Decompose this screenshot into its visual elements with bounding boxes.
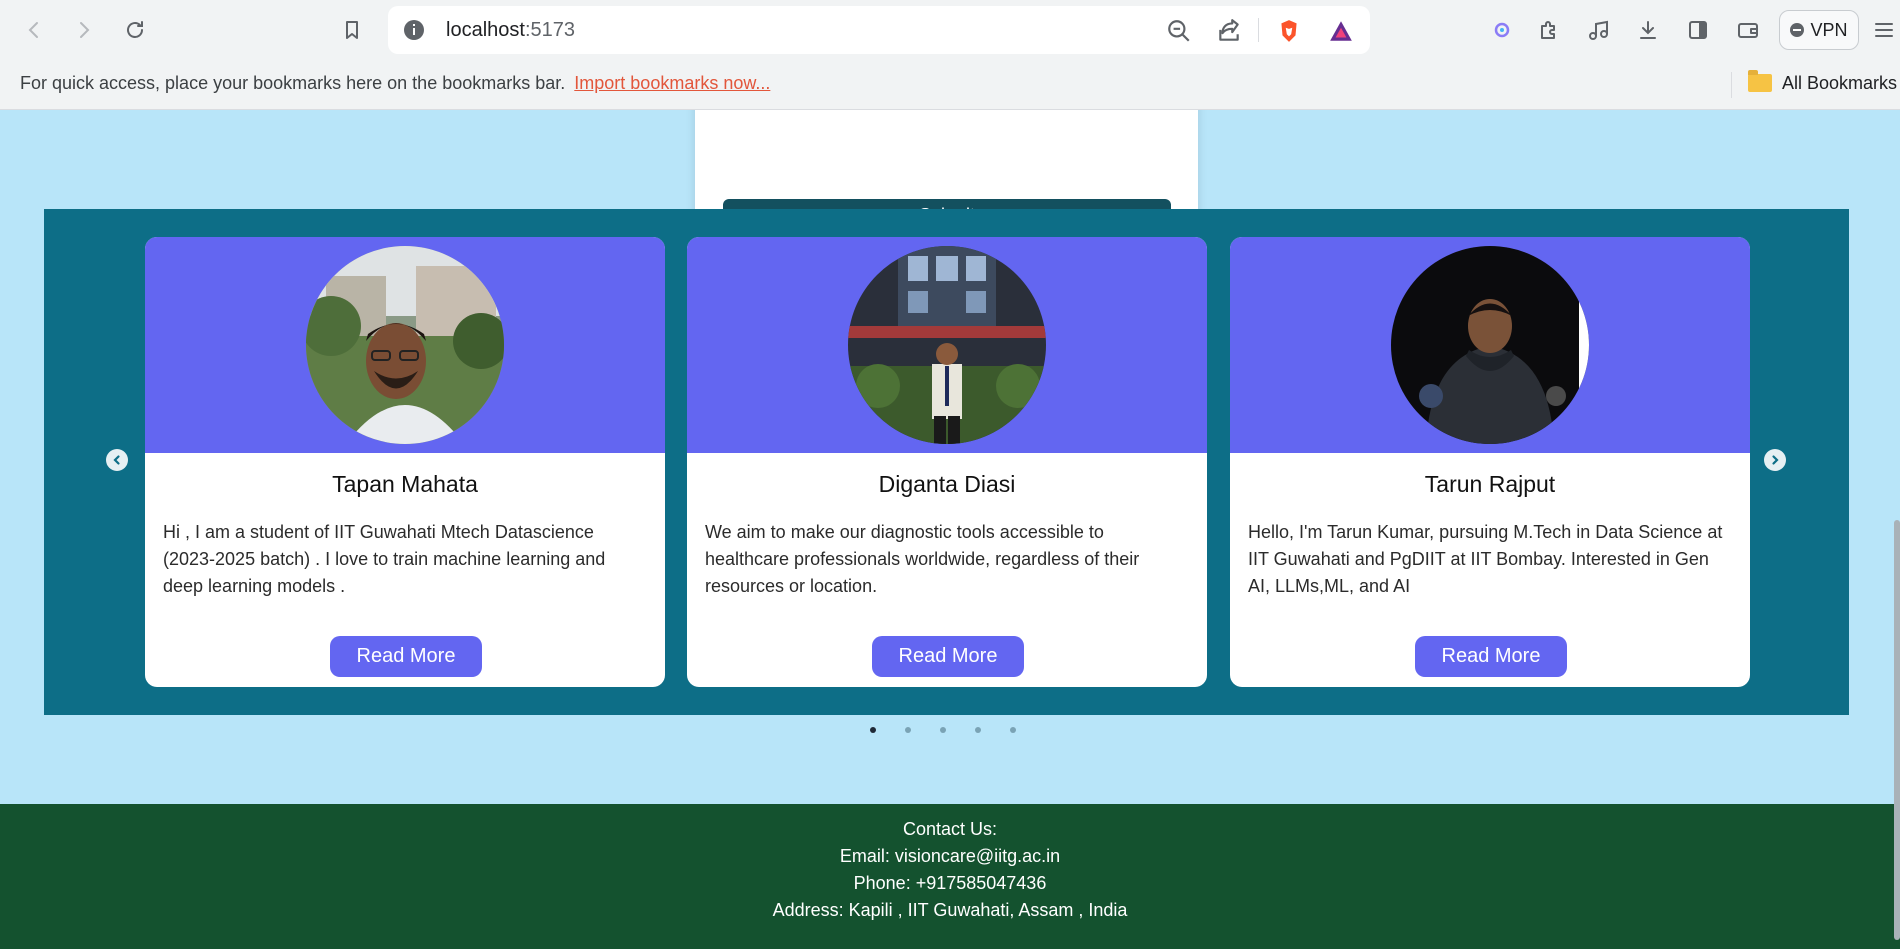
back-icon[interactable]: [16, 12, 52, 48]
bookmarks-hint-text: For quick access, place your bookmarks h…: [20, 73, 566, 93]
chevron-right-icon[interactable]: [1764, 449, 1786, 471]
carousel-dot[interactable]: [870, 727, 876, 733]
media-icon[interactable]: [1581, 12, 1617, 48]
carousel-dots: [870, 727, 1016, 739]
team-card: Tarun Rajput Hello, I'm Tarun Kumar, pur…: [1230, 237, 1750, 687]
card-header: [687, 237, 1207, 453]
page-scrollbar[interactable]: [1894, 520, 1900, 940]
all-bookmarks-button[interactable]: All Bookmarks: [1748, 70, 1898, 95]
member-bio: We aim to make our diagnostic tools acce…: [705, 522, 1140, 596]
avatar: [848, 246, 1046, 444]
carousel-dot[interactable]: [975, 727, 981, 733]
reload-icon[interactable]: [117, 12, 153, 48]
vpn-label: VPN: [1810, 19, 1848, 40]
carousel-dot[interactable]: [905, 727, 911, 733]
address-bar[interactable]: localhost:5173: [388, 6, 1370, 54]
avatar: [306, 246, 504, 444]
carousel-dot[interactable]: [1010, 727, 1016, 733]
read-more-button[interactable]: Read More: [872, 636, 1024, 677]
wallet-icon[interactable]: [1730, 12, 1766, 48]
card-header: [145, 237, 665, 453]
vpn-button[interactable]: VPN: [1779, 10, 1859, 50]
all-bookmarks-label: All Bookmarks: [1782, 73, 1898, 93]
import-bookmarks-link[interactable]: Import bookmarks now...: [574, 73, 770, 93]
site-info-icon[interactable]: [402, 18, 426, 42]
team-card: Tapan Mahata Hi , I am a student of IIT …: [145, 237, 665, 687]
member-name: Tarun Rajput: [1424, 471, 1556, 497]
bookmarks-hint: For quick access, place your bookmarks h…: [20, 71, 770, 95]
menu-icon[interactable]: [1866, 12, 1900, 48]
card-header: [1230, 237, 1750, 453]
url-text[interactable]: localhost:5173: [446, 18, 575, 42]
footer: Contact Us: Email: visioncare@iitg.ac.in…: [0, 804, 1900, 949]
browser-toolbar: localhost:5173 VPN: [0, 0, 1900, 60]
member-name: Tapan Mahata: [332, 471, 478, 497]
download-icon[interactable]: [1630, 12, 1666, 48]
brave-shield-icon[interactable]: [1276, 18, 1302, 44]
vpn-status-icon: [1790, 23, 1805, 37]
forward-icon[interactable]: [66, 12, 102, 48]
chevron-left-icon[interactable]: [106, 449, 128, 471]
divider: [1258, 18, 1259, 42]
brave-rewards-icon[interactable]: [1328, 18, 1354, 44]
extensions-icon[interactable]: [1531, 12, 1567, 48]
team-carousel: Tapan Mahata Hi , I am a student of IIT …: [44, 209, 1849, 715]
share-icon[interactable]: [1216, 18, 1242, 44]
footer-address: Address: Kapili , IIT Guwahati, Assam , …: [772, 900, 1128, 920]
bookmarks-bar: For quick access, place your bookmarks h…: [0, 60, 1900, 110]
member-bio: Hello, I'm Tarun Kumar, pursuing M.Tech …: [1248, 522, 1723, 596]
zoom-out-icon[interactable]: [1166, 18, 1192, 44]
sidebar-icon[interactable]: [1680, 12, 1716, 48]
footer-contact-heading: Contact Us:: [902, 819, 998, 839]
footer-phone: Phone: +917585047436: [853, 873, 1047, 893]
leo-ai-icon[interactable]: [1484, 12, 1520, 48]
member-bio: Hi , I am a student of IIT Guwahati Mtec…: [163, 522, 606, 596]
carousel-dot[interactable]: [940, 727, 946, 733]
footer-email: Email: visioncare@iitg.ac.in: [839, 846, 1061, 866]
team-card: Diganta Diasi We aim to make our diagnos…: [687, 237, 1207, 687]
divider: [1731, 72, 1732, 98]
read-more-button[interactable]: Read More: [1415, 636, 1567, 677]
url-port: :5173: [524, 19, 575, 41]
member-name: Diganta Diasi: [878, 471, 1016, 497]
folder-icon: [1748, 70, 1772, 92]
read-more-button[interactable]: Read More: [330, 636, 482, 677]
avatar: [1391, 246, 1589, 444]
page-viewport: Submit: [0, 110, 1900, 949]
bookmark-icon[interactable]: [334, 12, 370, 48]
url-host: localhost: [446, 19, 525, 41]
